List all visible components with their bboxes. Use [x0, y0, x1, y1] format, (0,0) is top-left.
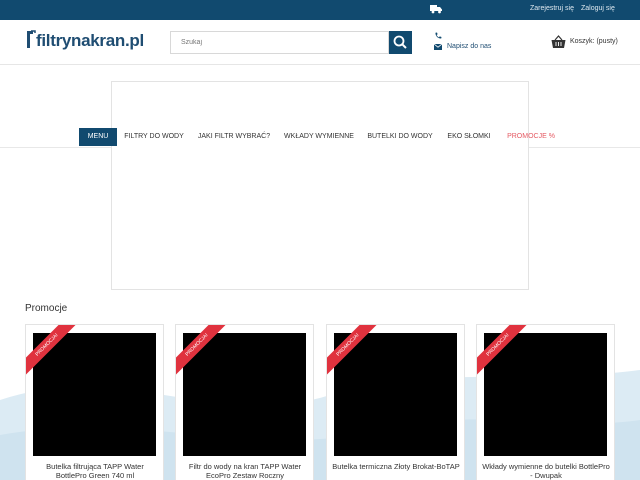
nav-item-butelki-do-wody[interactable]: BUTELKI DO WODY — [365, 128, 435, 146]
envelope-icon — [434, 44, 442, 50]
menu-button[interactable]: MENU — [79, 128, 117, 146]
product-card[interactable]: PROMOCJA! Butelka termiczna Złoty Brokat… — [326, 324, 465, 480]
product-image[interactable] — [33, 333, 156, 456]
search-button[interactable] — [389, 31, 412, 54]
top-bar: Zarejestruj się Zaloguj się — [0, 0, 640, 20]
contact-link[interactable]: Napisz do nas — [447, 43, 491, 50]
logo-text: filtrynakran.pl — [36, 31, 144, 50]
phone-icon — [435, 32, 442, 39]
register-link[interactable]: Zarejestruj się — [530, 5, 574, 12]
nav-item-wklady-wymienne[interactable]: WKŁADY WYMIENNE — [281, 128, 357, 146]
section-title-promocje: Promocje — [25, 303, 68, 314]
product-image[interactable] — [183, 333, 306, 456]
nav-item-promocje[interactable]: PROMOCJE % — [503, 128, 559, 146]
product-name[interactable]: Wkłady wymienne do butelki BottlePro - D… — [481, 462, 611, 480]
product-card[interactable]: PROMOCJA! Butelka filtrująca TAPP Water … — [25, 324, 164, 480]
hero-banner — [111, 81, 529, 290]
basket-icon[interactable] — [551, 35, 566, 49]
product-card[interactable]: PROMOCJA! Filtr do wody na kran TAPP Wat… — [175, 324, 314, 480]
product-image[interactable] — [334, 333, 457, 456]
nav-item-eko-slomki[interactable]: EKO SŁOMKI — [443, 128, 495, 146]
truck-icon — [430, 5, 442, 14]
search-input[interactable] — [170, 31, 389, 54]
cart-link[interactable]: Koszyk: (pusty) — [570, 38, 618, 45]
product-name[interactable]: Butelka termiczna Złoty Brokat-BoTAP — [331, 462, 461, 471]
search-icon — [393, 35, 407, 49]
login-link[interactable]: Zaloguj się — [581, 5, 615, 12]
nav-item-jaki-filtr-wybrac[interactable]: JAKI FILTR WYBRAĆ? — [195, 128, 273, 146]
product-name[interactable]: Butelka filtrująca TAPP Water BottlePro … — [30, 462, 160, 480]
product-card[interactable]: PROMOCJA! Wkłady wymienne do butelki Bot… — [476, 324, 615, 480]
product-image[interactable] — [484, 333, 607, 456]
nav-item-filtry-do-wody[interactable]: FILTRY DO WODY — [121, 128, 187, 146]
product-name[interactable]: Filtr do wody na kran TAPP Water EcoPro … — [180, 462, 310, 480]
